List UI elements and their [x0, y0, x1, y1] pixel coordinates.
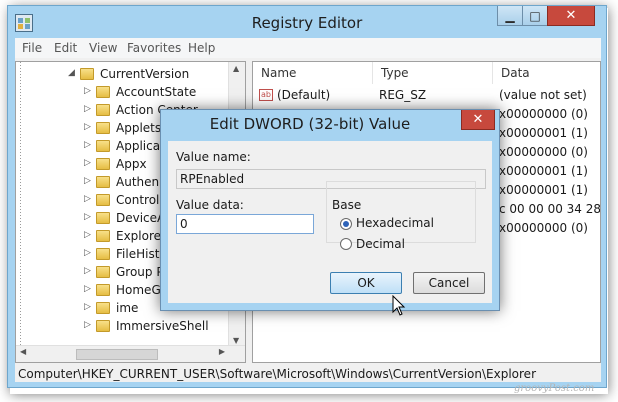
- menu-edit[interactable]: Edit: [54, 41, 77, 55]
- close-icon: ✕: [472, 112, 484, 127]
- ok-button[interactable]: OK: [330, 272, 402, 294]
- menu-file[interactable]: File: [22, 41, 42, 55]
- close-button[interactable]: ✕: [547, 6, 595, 26]
- expand-arrow-icon[interactable]: ▷: [84, 212, 91, 222]
- title-bar[interactable]: Registry Editor ▁ □ ✕: [8, 6, 606, 38]
- tree-node-label: Appx: [116, 157, 147, 171]
- expand-arrow-icon[interactable]: ▷: [84, 122, 91, 132]
- edit-dword-dialog: Edit DWORD (32-bit) Value ✕ Value name: …: [160, 109, 500, 316]
- expand-arrow-icon[interactable]: ▷: [84, 284, 91, 294]
- registry-value-row[interactable]: ab (Default) REG_SZ (value not set): [253, 86, 600, 105]
- close-icon: ✕: [565, 8, 577, 23]
- expand-arrow-icon[interactable]: ▷: [84, 248, 91, 258]
- decimal-label[interactable]: Decimal: [356, 237, 405, 251]
- value-data: x00000001 (1): [499, 164, 588, 178]
- tree-node-label: FileHist: [116, 247, 160, 261]
- maximize-icon: □: [529, 8, 541, 23]
- expand-arrow-icon[interactable]: ▷: [84, 194, 91, 204]
- folder-icon: [96, 194, 110, 206]
- tree-node-label: Control: [116, 193, 160, 207]
- watermark: groovyPost.com: [514, 383, 595, 394]
- folder-icon: [96, 176, 110, 188]
- tree-horizontal-scrollbar[interactable]: ◀ ▶: [16, 345, 245, 362]
- value-data-label: Value data:: [176, 198, 244, 212]
- scroll-down-icon[interactable]: ▼: [233, 336, 239, 345]
- string-value-icon: ab: [259, 89, 273, 101]
- expand-arrow-icon[interactable]: ▷: [84, 230, 91, 240]
- value-data: x00000001 (1): [499, 126, 588, 140]
- tree-node-label: Applets: [116, 121, 162, 135]
- value-data: x00000000 (0): [499, 145, 588, 159]
- folder-icon: [96, 140, 110, 152]
- expand-arrow-icon[interactable]: ▷: [84, 158, 91, 168]
- scroll-right-icon[interactable]: ▶: [219, 347, 225, 356]
- tree-node-label: Explore: [116, 229, 162, 243]
- expand-arrow-icon[interactable]: ▷: [84, 104, 91, 114]
- tree-node-label: HomeG: [116, 283, 161, 297]
- folder-icon: [96, 266, 110, 278]
- folder-icon: [96, 320, 110, 332]
- folder-icon: [96, 230, 110, 242]
- value-data-input[interactable]: 0: [176, 214, 314, 234]
- value-name-label: Value name:: [176, 150, 251, 164]
- expand-arrow-icon[interactable]: ▷: [84, 140, 91, 150]
- expand-arrow-icon[interactable]: ▷: [84, 176, 91, 186]
- tree-node-label: Authen: [116, 175, 160, 189]
- expand-arrow-icon[interactable]: ▷: [84, 302, 91, 312]
- dialog-body: Value name: RPEnabled Value data: 0 Base…: [168, 141, 492, 316]
- value-data: c 00 00 00 34 28 00: [499, 202, 601, 216]
- tree-node-label: DeviceA: [116, 211, 166, 225]
- folder-icon: [96, 86, 110, 98]
- folder-icon: [96, 122, 110, 134]
- menu-favorites[interactable]: Favorites: [127, 41, 181, 55]
- column-header-data[interactable]: Data: [493, 62, 600, 84]
- decimal-radio[interactable]: [340, 238, 352, 250]
- cancel-button[interactable]: Cancel: [413, 272, 485, 294]
- tree-node-label: ImmersiveShell: [116, 319, 209, 333]
- tree-node-label: Applica: [116, 139, 161, 153]
- mouse-cursor-icon: [392, 295, 406, 316]
- value-type: REG_SZ: [379, 88, 427, 102]
- folder-icon: [96, 302, 110, 314]
- column-header-name[interactable]: Name: [253, 62, 373, 84]
- folder-icon: [96, 248, 110, 260]
- scroll-left-icon[interactable]: ◀: [20, 347, 26, 356]
- status-path: Computer\HKEY_CURRENT_USER\Software\Micr…: [18, 367, 536, 381]
- collapse-arrow-icon[interactable]: ◢: [68, 68, 75, 78]
- folder-icon: [96, 104, 110, 116]
- value-data: x00000001 (1): [499, 183, 588, 197]
- dialog-close-button[interactable]: ✕: [461, 110, 495, 130]
- value-data: x00000000 (0): [499, 221, 588, 235]
- open-folder-icon: [80, 68, 94, 80]
- menu-view[interactable]: View: [89, 41, 117, 55]
- tree-node-label: Group P: [116, 265, 164, 279]
- hexadecimal-label[interactable]: Hexadecimal: [356, 216, 434, 230]
- folder-icon: [96, 284, 110, 296]
- menu-bar: File Edit View Favorites Help: [15, 38, 601, 58]
- tree-node-label: AccountState: [116, 85, 197, 99]
- menu-help[interactable]: Help: [188, 41, 215, 55]
- status-bar: Computer\HKEY_CURRENT_USER\Software\Micr…: [15, 367, 601, 382]
- folder-icon: [96, 212, 110, 224]
- scroll-thumb[interactable]: [76, 349, 158, 360]
- expand-arrow-icon[interactable]: ▷: [84, 86, 91, 96]
- column-header-type[interactable]: Type: [373, 62, 493, 84]
- expand-arrow-icon[interactable]: ▷: [84, 266, 91, 276]
- expand-arrow-icon[interactable]: ▷: [84, 320, 91, 330]
- dialog-title: Edit DWORD (32-bit) Value: [209, 115, 411, 133]
- folder-icon: [96, 158, 110, 170]
- maximize-button[interactable]: □: [522, 6, 548, 26]
- scroll-up-icon[interactable]: ▲: [233, 64, 239, 73]
- base-group: [326, 181, 476, 243]
- value-data: x00000000 (0): [499, 107, 588, 121]
- value-data: (value not set): [499, 88, 587, 102]
- minimize-icon: ▁: [505, 8, 515, 23]
- hexadecimal-radio[interactable]: [340, 218, 352, 230]
- value-name: (Default): [277, 88, 331, 102]
- minimize-button[interactable]: ▁: [497, 6, 523, 26]
- tree-node-label: ime: [116, 301, 139, 315]
